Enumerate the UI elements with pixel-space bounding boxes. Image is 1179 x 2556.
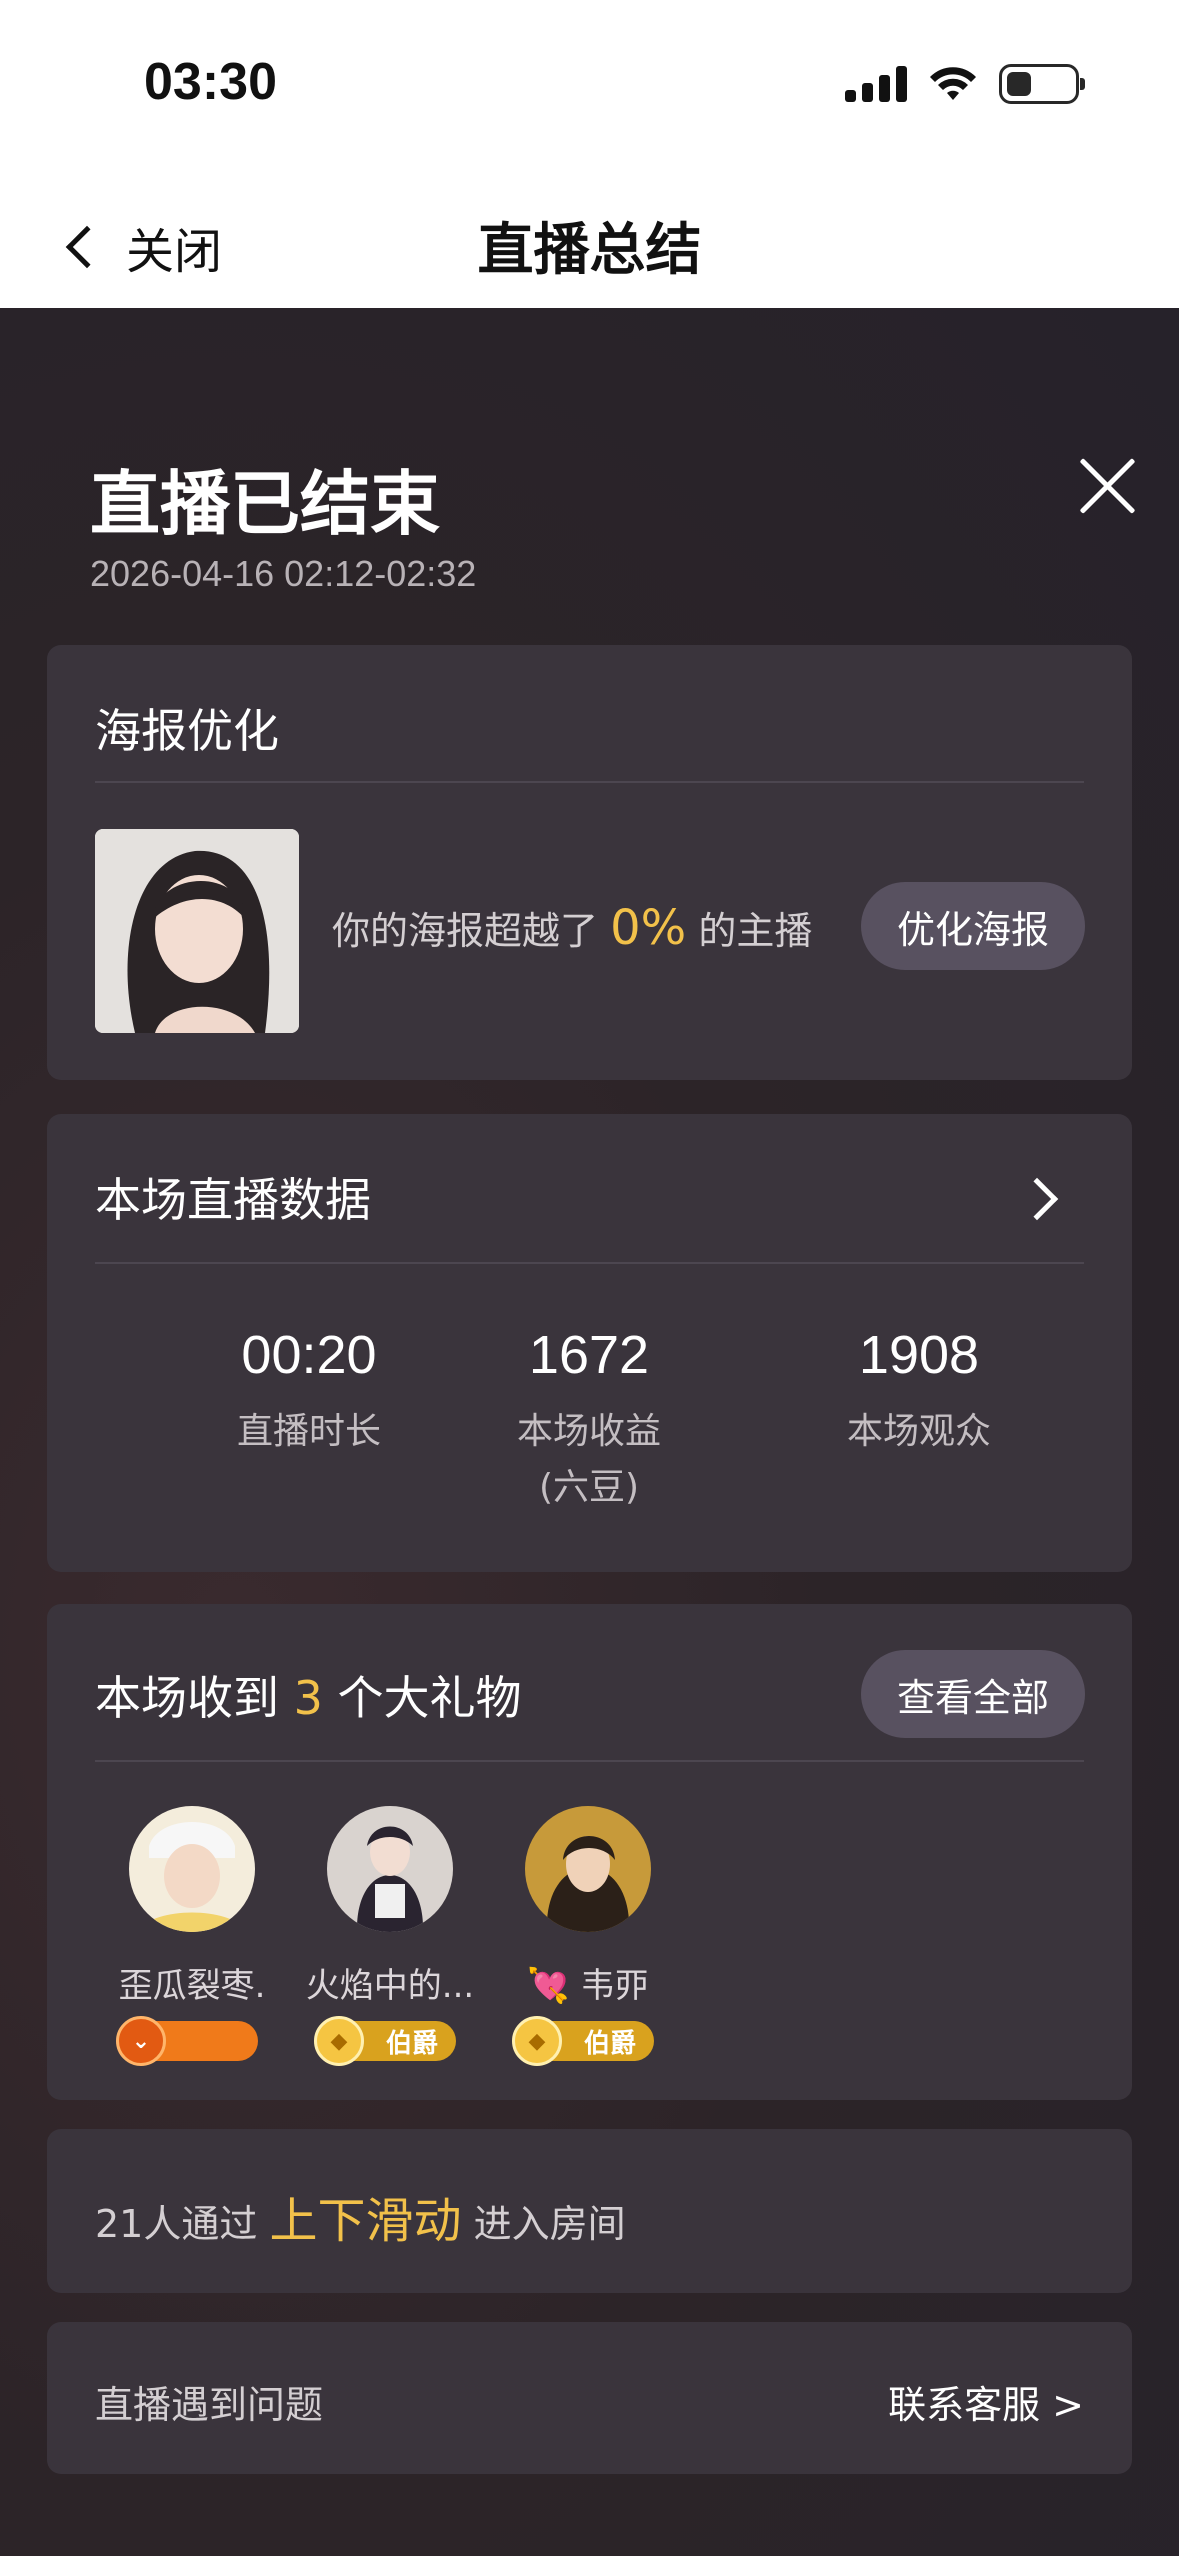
- optimize-poster-button[interactable]: 优化海报: [861, 882, 1085, 970]
- gifts-title: 本场收到 3 个大礼物: [95, 1662, 522, 1728]
- avatar: [327, 1806, 453, 1932]
- badge-text: 伯爵: [583, 2028, 636, 2059]
- gifts-card: 本场收到 3 个大礼物 查看全部 歪瓜裂枣. ⌄ 火焰中的... ◆ 伯爵 💘 …: [47, 1604, 1132, 2100]
- level-badge: ⌄: [116, 2016, 258, 2066]
- contact-support-link[interactable]: 联系客服 >: [888, 2374, 1084, 2429]
- gifter-name: 火焰中的...: [305, 1966, 475, 2006]
- gifts-count: 3: [293, 1671, 323, 1725]
- wifi-icon: [930, 67, 976, 100]
- swipe-entry-text: 21人通过 上下滑动 进入房间: [95, 2181, 626, 2251]
- status-icons: [845, 62, 1085, 106]
- signal-icon: [845, 66, 907, 102]
- count-badge: ◆ 伯爵: [314, 2016, 456, 2066]
- view-all-button[interactable]: 查看全部: [861, 1650, 1085, 1738]
- divider: [95, 1262, 1084, 1264]
- stat-audience: 1908 本场观众: [754, 1324, 1084, 1460]
- live-stats-card: 本场直播数据 00:20 直播时长 1672 本场收益 (六豆) 1908 本场…: [47, 1114, 1132, 1572]
- chevron-down-icon: ⌄: [116, 2016, 166, 2066]
- stat-earnings: 1672 本场收益 (六豆): [424, 1324, 754, 1516]
- avatar: [525, 1806, 651, 1932]
- gifter-name: 歪瓜裂枣.: [118, 1966, 266, 2006]
- chevron-right-icon[interactable]: [1015, 1177, 1059, 1221]
- gifter-item[interactable]: 歪瓜裂枣. ⌄: [92, 1806, 292, 2066]
- swipe-highlight: 上下滑动: [269, 2193, 462, 2249]
- diamond-icon: ◆: [512, 2016, 562, 2066]
- poster-text-after: 的主播: [698, 909, 813, 953]
- stat-label: 本场观众: [846, 1411, 991, 1452]
- stat-label-main: 本场收益: [516, 1411, 661, 1452]
- swipe-text-after: 进入房间: [473, 2202, 626, 2246]
- top-bar: 03:30 关闭 直播总结: [0, 0, 1179, 308]
- poster-text-before: 你的海报超越了: [332, 909, 599, 953]
- poster-thumbnail[interactable]: [95, 829, 299, 1033]
- swipe-entry-card: 21人通过 上下滑动 进入房间: [47, 2129, 1132, 2293]
- stat-value: 1672: [528, 1325, 650, 1385]
- summary-panel: 直播已结束 2026-04-16 02:12-02:32 海报优化 你的海报超越…: [0, 308, 1179, 2556]
- badge-text: 伯爵: [385, 2028, 438, 2059]
- page-title: 直播总结: [477, 218, 702, 283]
- swipe-text-before: 21人通过: [95, 2202, 258, 2246]
- stat-value: 1908: [858, 1325, 980, 1385]
- stat-label: 本场收益 (六豆): [424, 1404, 754, 1516]
- help-label: 直播遇到问题: [95, 2383, 324, 2427]
- poster-percent: 0%: [610, 900, 687, 956]
- avatar: [129, 1806, 255, 1932]
- gifter-item[interactable]: 💘 韦丣 ◆ 伯爵: [488, 1806, 688, 2066]
- stat-label-sub: (六豆): [538, 1467, 640, 1508]
- live-stats-title: 本场直播数据: [95, 1173, 371, 1227]
- gifts-title-after: 个大礼物: [337, 1671, 522, 1725]
- gifter-name: 💘 韦丣: [527, 1966, 649, 2006]
- status-time: 03:30: [144, 53, 277, 111]
- help-card: 直播遇到问题 联系客服 >: [47, 2322, 1132, 2474]
- close-icon[interactable]: [1075, 453, 1141, 519]
- divider: [95, 1760, 1084, 1762]
- count-badge: ◆ 伯爵: [512, 2016, 654, 2066]
- live-ended-title: 直播已结束: [90, 463, 440, 545]
- poster-rank-text: 你的海报超越了 0% 的主播: [332, 900, 812, 956]
- live-date-range: 2026-04-16 02:12-02:32: [90, 553, 477, 594]
- battery-icon: [999, 64, 1085, 104]
- poster-card-title: 海报优化: [95, 704, 279, 758]
- diamond-icon: ◆: [314, 2016, 364, 2066]
- poster-card: 海报优化 你的海报超越了 0% 的主播 优化海报: [47, 645, 1132, 1080]
- gifter-item[interactable]: 火焰中的... ◆ 伯爵: [290, 1806, 490, 2066]
- divider: [95, 781, 1084, 783]
- gifts-title-before: 本场收到: [95, 1671, 279, 1725]
